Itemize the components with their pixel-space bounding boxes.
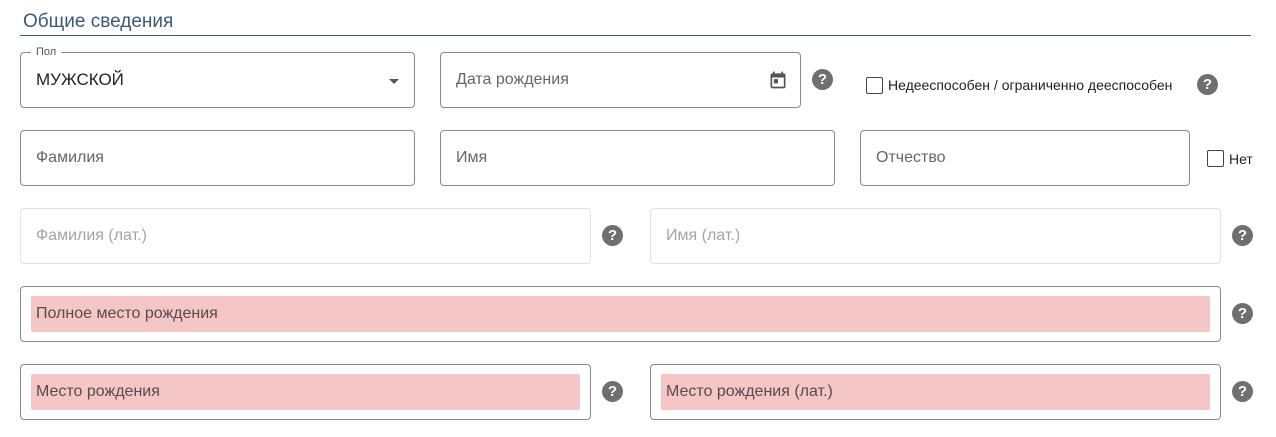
birthplace-lat-field[interactable]: Место рождения (лат.) — [650, 364, 1221, 420]
birthplace-error-highlight: Место рождения — [31, 374, 580, 410]
name-lat-field[interactable]: Имя (лат.) — [650, 208, 1221, 264]
birth-date-placeholder: Дата рождения — [456, 71, 569, 88]
full-birthplace-error-highlight: Полное место рождения — [31, 296, 1210, 332]
surname-lat-placeholder: Фамилия (лат.) — [36, 227, 147, 244]
full-birthplace-placeholder: Полное место рождения — [36, 305, 218, 322]
patronymic-placeholder: Отчество — [876, 149, 946, 166]
birthplace-lat-error-highlight: Место рождения (лат.) — [661, 374, 1210, 410]
calendar-icon[interactable] — [768, 70, 788, 90]
patronymic-field[interactable]: Отчество — [860, 130, 1190, 186]
surname-lat-field[interactable]: Фамилия (лат.) — [20, 208, 591, 264]
name-field[interactable]: Имя — [440, 130, 835, 186]
birthplace-field[interactable]: Место рождения — [20, 364, 591, 420]
incapacity-checkbox[interactable] — [866, 77, 883, 94]
birth-date-field[interactable]: Дата рождения — [440, 52, 801, 108]
name-placeholder: Имя — [456, 149, 488, 166]
name-lat-placeholder: Имя (лат.) — [666, 227, 741, 244]
gender-legend: Пол — [31, 46, 62, 58]
incapacity-label: Недееспособен / ограниченно дееспособен — [888, 77, 1173, 93]
birthplace-lat-placeholder: Место рождения (лат.) — [666, 383, 833, 400]
section-divider — [20, 35, 1251, 36]
section-title: Общие сведения — [23, 11, 174, 32]
no-patronymic-label: Нет — [1229, 151, 1253, 167]
gender-value: МУЖСКОЙ — [36, 70, 124, 89]
full-birthplace-field[interactable]: Полное место рождения — [20, 286, 1221, 342]
birthplace-help-icon[interactable]: ? — [602, 381, 623, 402]
birth-date-help-icon[interactable]: ? — [812, 69, 833, 90]
no-patronymic-checkbox[interactable] — [1207, 150, 1224, 167]
surname-placeholder: Фамилия — [36, 149, 104, 166]
birthplace-placeholder: Место рождения — [36, 383, 160, 400]
birthplace-lat-help-icon[interactable]: ? — [1232, 381, 1253, 402]
chevron-down-icon — [389, 79, 399, 84]
name-lat-help-icon[interactable]: ? — [1232, 225, 1253, 246]
surname-lat-help-icon[interactable]: ? — [602, 225, 623, 246]
surname-field[interactable]: Фамилия — [20, 130, 415, 186]
gender-select[interactable]: Пол МУЖСКОЙ — [20, 46, 415, 108]
full-birthplace-help-icon[interactable]: ? — [1232, 303, 1253, 324]
incapacity-help-icon[interactable]: ? — [1197, 74, 1218, 95]
